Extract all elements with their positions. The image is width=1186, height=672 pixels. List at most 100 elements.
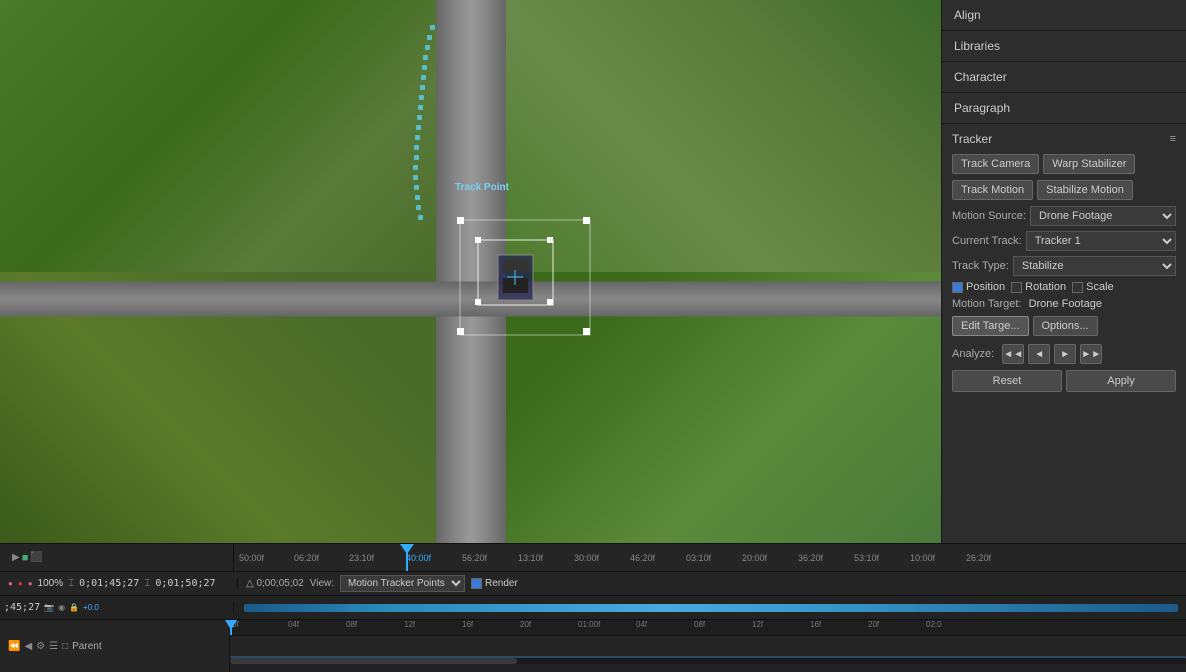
analyze-forward-button[interactable]: ►: [1054, 344, 1076, 364]
view-label: View:: [310, 578, 334, 589]
rotation-checkbox-item[interactable]: Rotation: [1011, 281, 1066, 293]
character-label: Character: [954, 70, 1007, 84]
bmark-1: 04f: [288, 620, 299, 629]
bmark-12: 02:0: [926, 620, 942, 629]
analyze-rewind-button[interactable]: ◄◄: [1002, 344, 1024, 364]
bottom-ruler: 0f 04f 08f 12f 16f 20f 01:00f 04f 08f 12…: [230, 620, 1186, 636]
delta-display: △ 0;00;05;02: [246, 578, 304, 589]
action-buttons-row: Reset Apply: [952, 370, 1176, 392]
view-select[interactable]: Motion Tracker Points: [340, 575, 465, 592]
current-time-display: ;45;27: [4, 602, 40, 613]
track-label: Parent: [72, 641, 101, 652]
video-field-tr: [499, 0, 941, 299]
track-motion-button[interactable]: Track Motion: [952, 180, 1033, 200]
bmark-10: 16f: [810, 620, 821, 629]
libraries-section[interactable]: Libraries: [942, 31, 1186, 62]
edit-target-button[interactable]: Edit Targe...: [952, 316, 1029, 336]
track-row: ;45;27 📷 ◉ 🔒 +0.0: [0, 596, 1186, 620]
track-type-select[interactable]: Stabilize: [1013, 256, 1176, 276]
rotation-checkbox[interactable]: [1011, 282, 1022, 293]
ruler-marks-area: 50:00f 06:20f 23:10f 40:00f 56:20f 13:10…: [234, 544, 1182, 571]
ruler-mark-13: 26:20f: [966, 553, 991, 563]
stabilize-motion-button[interactable]: Stabilize Motion: [1037, 180, 1133, 200]
position-checkbox[interactable]: [952, 282, 963, 293]
transport-icon-4[interactable]: ☰: [49, 641, 58, 652]
bottom-timeline-content: 0f 04f 08f 12f 16f 20f 01:00f 04f 08f 12…: [230, 620, 1186, 672]
transport-icon-1[interactable]: ⏪: [8, 641, 20, 652]
offset-display: +0.0: [83, 603, 99, 612]
position-checkbox-item[interactable]: Position: [952, 281, 1005, 293]
track-camera-button[interactable]: Track Camera: [952, 154, 1039, 174]
lock-icon: 🔒: [69, 603, 79, 612]
transport-icon-5[interactable]: □: [62, 641, 68, 652]
ruler-mark-10: 36:20f: [798, 553, 823, 563]
character-section[interactable]: Character: [942, 62, 1186, 93]
timeline-icon-3: ⬛: [30, 552, 42, 563]
video-panel: Track Point: [0, 0, 941, 543]
apply-button[interactable]: Apply: [1066, 370, 1176, 392]
timeline-ruler-row: ▶ ■ ⬛ 50:00f 06:20f 23:10f 40:00f 56:20f…: [0, 544, 1186, 572]
bottom-timeline: ⏪ ◀ ⚙ ☰ □ Parent 0f 04f 08f 12f 16f 20f …: [0, 620, 1186, 672]
right-panel: Align Libraries Character Paragraph Trac…: [941, 0, 1186, 543]
timeline-icon-2: ■: [22, 552, 29, 564]
timeline-icon-1: ▶: [12, 552, 20, 563]
bmark-11: 20f: [868, 620, 879, 629]
controls-bar: ● ● ● 100% ⌶ 0;01;45;27 ⌶ 0;01;50;27 △ 0…: [0, 572, 1186, 596]
analyze-fastforward-button[interactable]: ►►: [1080, 344, 1102, 364]
scrollbar-track: [230, 658, 1186, 664]
bmark-5: 20f: [520, 620, 531, 629]
tracker-panel: Tracker ≡ Track Camera Warp Stabilizer T…: [942, 124, 1186, 543]
motion-target-label: Motion Target:: [952, 298, 1022, 310]
track-type-label: Track Type:: [952, 260, 1009, 272]
eye-icon: ◉: [58, 603, 65, 612]
transport-icon-3[interactable]: ⚙: [36, 641, 45, 652]
ruler-mark-0: 50:00f: [239, 553, 264, 563]
bmark-8: 08f: [694, 620, 705, 629]
paragraph-label: Paragraph: [954, 101, 1010, 115]
video-road-horizontal: [0, 281, 941, 316]
scale-checkbox[interactable]: [1072, 282, 1083, 293]
zoom-level: 100%: [38, 578, 64, 589]
motion-source-select[interactable]: Drone Footage: [1030, 206, 1176, 226]
layer-icon-pink2: ●: [28, 579, 33, 588]
analyze-back-button[interactable]: ◄: [1028, 344, 1050, 364]
current-track-label: Current Track:: [952, 235, 1022, 247]
tracker-title: Tracker: [952, 132, 992, 146]
analyze-controls: ◄◄ ◄ ► ►►: [1002, 344, 1102, 364]
scale-checkbox-item[interactable]: Scale: [1072, 281, 1114, 293]
timeline-area: ▶ ■ ⬛ 50:00f 06:20f 23:10f 40:00f 56:20f…: [0, 543, 1186, 672]
current-track-select[interactable]: Tracker 1: [1026, 231, 1176, 251]
tracker-menu-icon[interactable]: ≡: [1170, 133, 1176, 145]
video-road-vertical: [436, 0, 506, 543]
timecode-2: 0;01;50;27: [155, 578, 215, 589]
bmark-2: 08f: [346, 620, 357, 629]
bmark-4: 16f: [462, 620, 473, 629]
render-label: Render: [485, 578, 518, 589]
scrollbar-thumb[interactable]: [230, 658, 517, 664]
ruler-mark-5: 13:10f: [518, 553, 543, 563]
ruler-mark-1: 06:20f: [294, 553, 319, 563]
bmark-6: 01:00f: [578, 620, 600, 629]
align-label: Align: [954, 8, 981, 22]
libraries-label: Libraries: [954, 39, 1000, 53]
video-field-tl: [0, 0, 442, 299]
render-checkbox[interactable]: [471, 578, 482, 589]
transport-icon-2[interactable]: ◀: [24, 641, 32, 652]
transport-controls: ⏪ ◀ ⚙ ☰ □ Parent: [0, 620, 230, 672]
ruler-mark-12: 10:00f: [910, 553, 935, 563]
warp-stabilizer-button[interactable]: Warp Stabilizer: [1043, 154, 1135, 174]
timecode-separator-1: ⌶: [68, 578, 74, 589]
paragraph-section[interactable]: Paragraph: [942, 93, 1186, 124]
position-label: Position: [966, 281, 1005, 293]
reset-button[interactable]: Reset: [952, 370, 1062, 392]
options-button[interactable]: Options...: [1033, 316, 1098, 336]
align-section[interactable]: Align: [942, 0, 1186, 31]
bottom-track-content: [230, 636, 1186, 664]
ruler-mark-8: 03:10f: [686, 553, 711, 563]
bmark-9: 12f: [752, 620, 763, 629]
ruler-mark-2: 23:10f: [349, 553, 374, 563]
timeline-track-bar: [244, 604, 1178, 612]
ruler-mark-7: 46:20f: [630, 553, 655, 563]
track-options-row: Position Rotation Scale: [952, 281, 1176, 293]
analyze-row: Analyze: ◄◄ ◄ ► ►►: [952, 344, 1176, 364]
